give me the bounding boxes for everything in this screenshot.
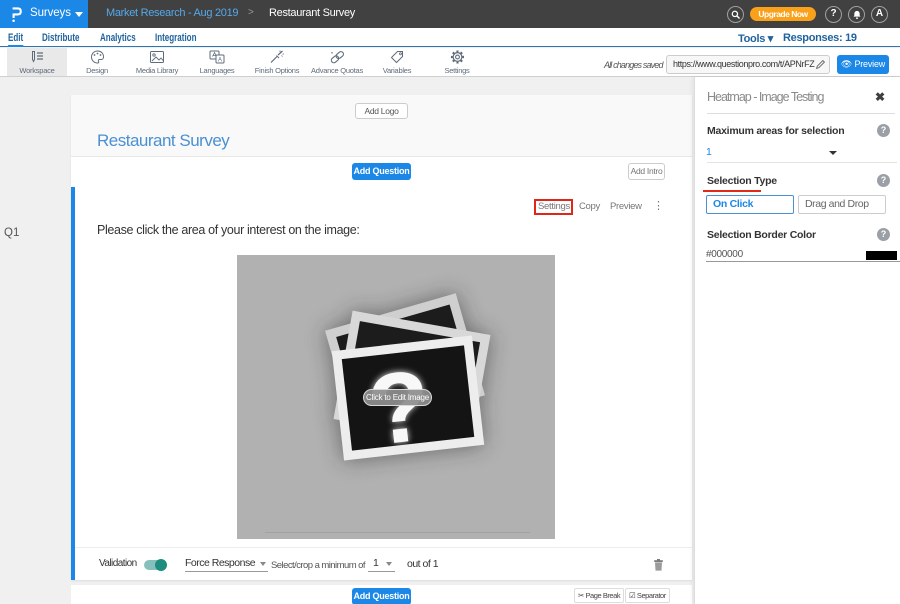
svg-text:?: ? xyxy=(363,349,436,467)
svg-text:A: A xyxy=(218,58,222,64)
